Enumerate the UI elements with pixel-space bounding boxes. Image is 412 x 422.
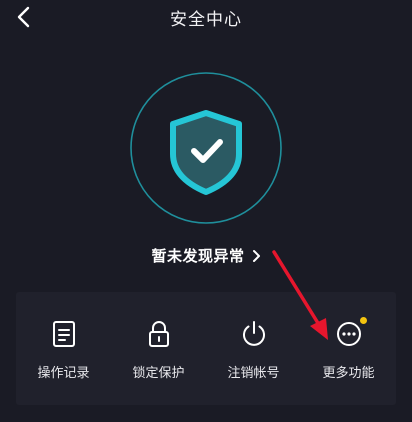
security-status-link[interactable]: 暂未发现异常 [0, 245, 412, 266]
function-label: 更多功能 [322, 366, 375, 381]
notification-badge [359, 317, 367, 324]
document-icon [52, 321, 75, 347]
cancel-account-button[interactable]: 注销帐号 [206, 292, 301, 405]
power-icon [242, 321, 265, 346]
function-label: 注销帐号 [227, 366, 280, 381]
page-title: 安全中心 [170, 10, 242, 30]
function-label: 锁定保护 [132, 366, 185, 381]
operation-record-button[interactable]: 操作记录 [16, 292, 111, 405]
more-functions-button[interactable]: 更多功能 [301, 292, 396, 405]
function-label: 操作记录 [37, 366, 90, 381]
lock-icon [148, 320, 169, 347]
function-panel: 操作记录 锁定保护 注销帐号 更多功能 [16, 292, 396, 405]
chevron-right-icon [252, 249, 260, 262]
more-icon [336, 322, 361, 346]
header: 安全中心 [0, 0, 412, 34]
lock-protection-button[interactable]: 锁定保护 [111, 292, 206, 405]
shield-check-icon [130, 72, 282, 224]
status-text: 暂未发现异常 [151, 247, 245, 265]
security-status-emblem [129, 71, 283, 225]
